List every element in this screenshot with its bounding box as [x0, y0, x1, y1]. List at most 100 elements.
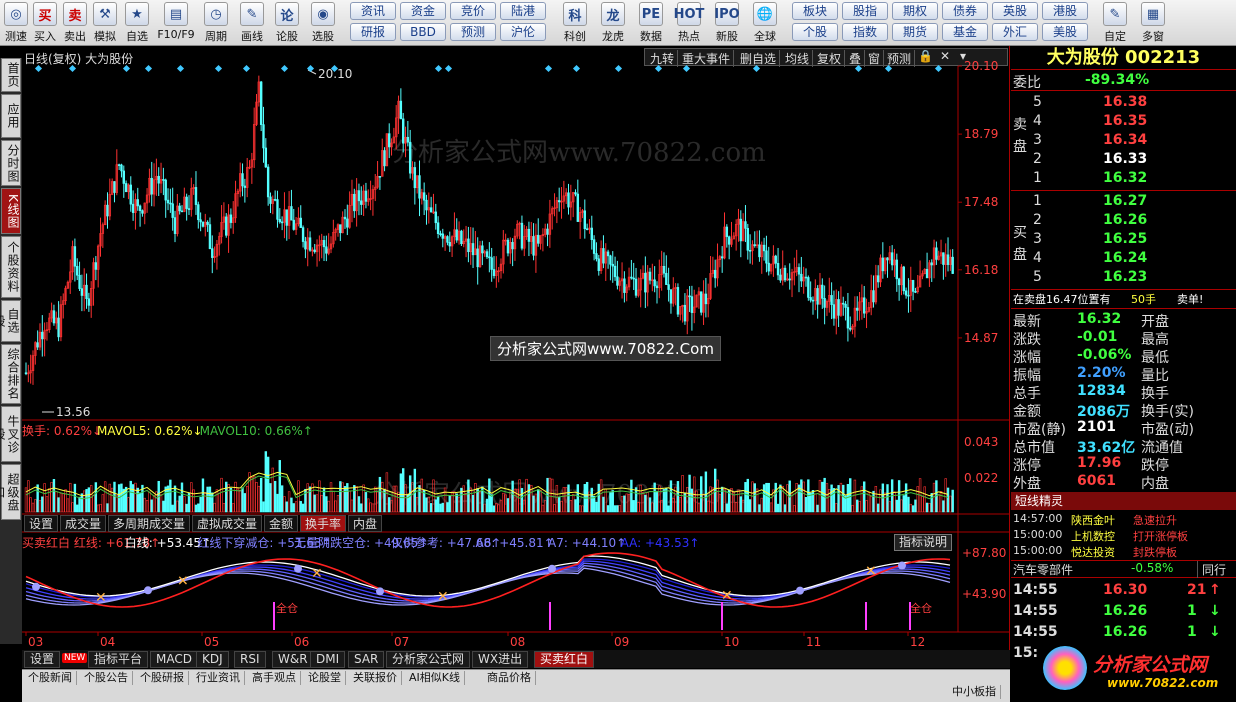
sell-tool-button[interactable]: 卖卖出	[60, 2, 90, 44]
forum-tool-button[interactable]: 论论股	[270, 2, 304, 44]
indicator-tab-4[interactable]: RSI	[234, 651, 266, 668]
left-tab-2[interactable]: 分时图	[1, 140, 21, 186]
ask-level: 1	[1033, 170, 1042, 186]
pe-data-tool-button[interactable]: PE 数据	[632, 2, 670, 44]
indicator-help-button[interactable]: 指标说明	[894, 534, 952, 551]
indicator-tab-3[interactable]: KDJ	[196, 651, 229, 668]
star-tool-button[interactable]: ★ 自选	[120, 2, 154, 44]
quick-btn-top-3[interactable]: 陆港	[500, 2, 546, 20]
market-btn-bottom-2[interactable]: 期货	[892, 23, 938, 41]
buy-tool-button[interactable]: 买买入	[30, 2, 60, 44]
left-tab-8[interactable]: 超级盘口	[0, 464, 21, 520]
vol-tab-4[interactable]: 金额	[264, 515, 299, 532]
sprite-row[interactable]: 15:00:00 上机数控 打开涨停板	[1011, 528, 1236, 544]
stat-label: 涨跌	[1013, 332, 1041, 348]
indicator-tab-7[interactable]: SAR	[348, 651, 385, 668]
info-tab-4[interactable]: 高手观点	[248, 671, 301, 685]
hammer-tool-button[interactable]: ⚒ 模拟	[90, 2, 120, 44]
pencil-tool-button[interactable]: ✎ 画线	[234, 2, 270, 44]
clock-tool-button[interactable]: ◷ 周期	[198, 2, 234, 44]
volume-bar	[232, 503, 235, 513]
volume-bar	[557, 497, 561, 513]
info-tab-7[interactable]: AI相似K线	[405, 671, 465, 685]
volume-bar	[415, 497, 419, 513]
globe-tool-button[interactable]: 🌐 全球	[746, 2, 784, 44]
dragon-tool-button[interactable]: 龙龙虎	[594, 2, 632, 44]
info-tab-5[interactable]: 论股堂	[304, 671, 346, 685]
sprite-row[interactable]: 14:57:00 陕西金叶 急速拉升	[1011, 512, 1236, 528]
quick-btn-bottom-0[interactable]: 研报	[350, 23, 396, 41]
vol-tab-6[interactable]: 内盘	[348, 515, 383, 532]
indicator-tab-1[interactable]: 指标平台	[88, 651, 149, 668]
indicator-tab-2[interactable]: MACD	[150, 651, 198, 668]
peer-tab[interactable]: 同行	[1197, 561, 1226, 578]
market-btn-top-5[interactable]: 港股	[1042, 2, 1088, 20]
volume-bar	[946, 487, 950, 513]
left-tab-0[interactable]: 首页	[1, 58, 21, 92]
sprite-title[interactable]: 短线精灵	[1011, 492, 1236, 510]
info-tab-0[interactable]: 个股新闻	[24, 671, 77, 685]
market-btn-bottom-3[interactable]: 基金	[942, 23, 988, 41]
candle-body	[632, 277, 635, 280]
sector-row[interactable]: 汽车零部件 -0.58% 同行	[1011, 560, 1236, 578]
market-btn-top-2[interactable]: 期权	[892, 2, 938, 20]
quick-btn-bottom-2[interactable]: 预测	[450, 23, 496, 41]
quick-btn-bottom-3[interactable]: 沪伦	[500, 23, 546, 41]
candle-body	[264, 147, 268, 168]
market-btn-top-1[interactable]: 股指	[842, 2, 888, 20]
indicator-tab-6[interactable]: DMI	[310, 651, 346, 668]
multiwindow-tool-button[interactable]: ▦ 多窗	[1134, 2, 1172, 44]
quick-btn-top-2[interactable]: 竞价	[450, 2, 496, 20]
indicator-tab-10[interactable]: 买卖红白	[534, 651, 595, 668]
left-tab-4[interactable]: 个股资料	[1, 236, 21, 298]
candle-body	[644, 272, 647, 293]
quick-btn-top-1[interactable]: 资金	[400, 2, 446, 20]
left-tab-3[interactable]: K线图	[1, 188, 21, 234]
vol-tab-0[interactable]: 设置	[24, 515, 59, 532]
ind-line-1	[25, 560, 951, 600]
market-btn-top-4[interactable]: 英股	[992, 2, 1038, 20]
info-tab-3[interactable]: 行业资讯	[192, 671, 245, 685]
kechuang-tool-button[interactable]: 科科创	[556, 2, 594, 44]
vol-tab-1[interactable]: 成交量	[60, 515, 107, 532]
f10-tool-button[interactable]: ▤ F10/F9	[154, 2, 198, 44]
speed-test-tool-button[interactable]: ◎ 测速	[2, 2, 30, 44]
market-btn-bottom-4[interactable]: 外汇	[992, 23, 1038, 41]
ipo-tool-button[interactable]: IPO 新股	[708, 2, 746, 44]
quick-btn-top-0[interactable]: 资讯	[350, 2, 396, 20]
info-tab-2[interactable]: 个股研报	[136, 671, 189, 685]
info-tab-8[interactable]: 商品价格	[483, 671, 536, 685]
volume-bar	[108, 483, 112, 513]
vol-tab-2[interactable]: 多周期成交量	[108, 515, 191, 532]
volume-bar	[581, 505, 584, 513]
sprite-row[interactable]: 15:00:00 悦达投资 封跌停板	[1011, 544, 1236, 560]
market-btn-top-0[interactable]: 板块	[792, 2, 838, 20]
hot-tool-button[interactable]: HOT 热点	[670, 2, 708, 44]
market-btn-top-3[interactable]: 债券	[942, 2, 988, 20]
market-btn-bottom-0[interactable]: 个股	[792, 23, 838, 41]
index-tab[interactable]: 中小板指	[948, 685, 1001, 699]
left-tab-6[interactable]: 综合排名	[1, 344, 21, 404]
stock-pick-tool-button[interactable]: ◉ 选股	[304, 2, 342, 44]
info-tab-6[interactable]: 关联报价	[349, 671, 402, 685]
market-btn-bottom-5[interactable]: 美股	[1042, 23, 1088, 41]
market-btn-bottom-1[interactable]: 指数	[842, 23, 888, 41]
indicator-tab-5[interactable]: W&R	[272, 651, 314, 668]
left-tab-7[interactable]: 牛叉诊股	[0, 406, 21, 462]
quick-btn-bottom-1[interactable]: BBD	[400, 23, 446, 41]
volume-bar	[73, 483, 77, 513]
indicator-tab-8[interactable]: 分析家公式网	[386, 651, 471, 668]
volume-bar	[637, 502, 640, 513]
custom-tool-button[interactable]: ✎ 自定	[1096, 2, 1134, 44]
tool-label: 数据	[640, 30, 662, 43]
left-tab-5[interactable]: 自选股	[0, 300, 21, 342]
info-tab-1[interactable]: 个股公告	[80, 671, 133, 685]
left-tab-1[interactable]: 应用	[1, 94, 21, 138]
indicator-tab-9[interactable]: WX进出	[472, 651, 529, 668]
indicator-tab-0[interactable]: 设置	[24, 651, 61, 668]
candle-body	[951, 256, 954, 274]
kline-chart-area[interactable]: 日线(复权) 大为股份 九转 重大事件 删自选 均线 复权叠窗预测 🔒 ✕ ▾ 分析家公式网w…	[22, 46, 1010, 650]
volume-bar	[115, 495, 119, 513]
vol-tab-3[interactable]: 虚拟成交量	[192, 515, 263, 532]
vol-tab-5[interactable]: 换手率	[300, 515, 347, 532]
